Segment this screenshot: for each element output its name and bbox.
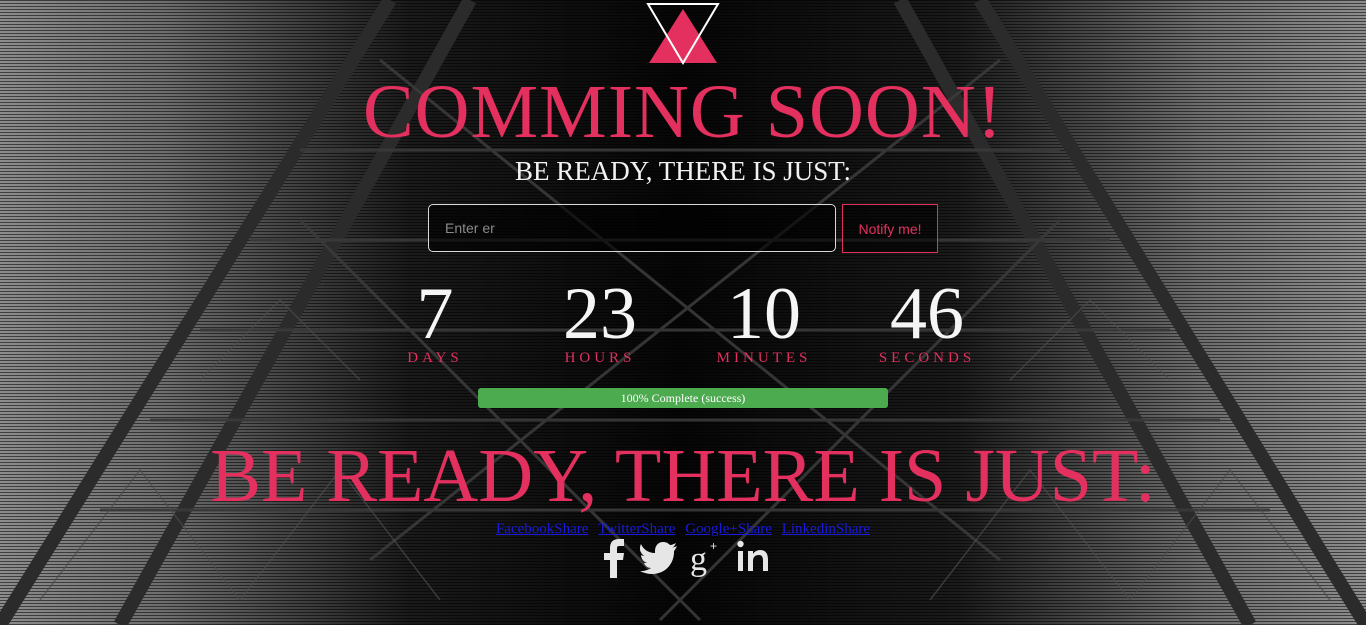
facebook-icon[interactable] (600, 538, 626, 583)
page-background: COMMING SOON! BE READY, THERE IS JUST: N… (0, 0, 1366, 625)
minutes-label: MINUTES (716, 350, 812, 366)
share-link-linkedin[interactable]: LinkedinShare (782, 521, 870, 537)
countdown-seconds: 46 SECONDS (872, 276, 982, 366)
linkedin-icon[interactable] (736, 538, 772, 583)
triangle-logo-icon (646, 3, 720, 65)
twitter-icon[interactable] (640, 542, 678, 579)
page-subtitle: BE READY, THERE IS JUST: (515, 156, 851, 186)
days-label: DAYS (407, 350, 463, 366)
share-link-twitter[interactable]: TwitterShare (598, 521, 675, 537)
svg-text:+: + (710, 539, 717, 553)
minutes-value: 10 (727, 273, 801, 355)
social-icons: g + (594, 538, 784, 582)
hours-label: HOURS (564, 350, 636, 366)
share-links: FacebookShare TwitterShare Google+Share … (0, 521, 1366, 538)
hours-value: 23 (563, 273, 637, 355)
share-link-facebook[interactable]: FacebookShare (496, 521, 588, 537)
footer-headline: BE READY, THERE IS JUST: (210, 434, 1156, 518)
email-input[interactable] (428, 204, 836, 252)
google-plus-icon[interactable]: g + (690, 538, 724, 583)
countdown-days: 7 DAYS (400, 276, 470, 366)
seconds-value: 46 (890, 273, 964, 355)
share-link-google-plus[interactable]: Google+Share (685, 521, 772, 537)
progress-bar: 100% Complete (success) (478, 388, 888, 408)
svg-text:g: g (690, 541, 707, 578)
seconds-label: SECONDS (878, 350, 976, 366)
page-title: COMMING SOON! (362, 70, 1004, 154)
notify-button[interactable]: Notify me! (842, 204, 938, 253)
countdown-hours: 23 HOURS (552, 276, 648, 366)
countdown-minutes: 10 MINUTES (712, 276, 816, 366)
days-value: 7 (416, 273, 454, 355)
progress-track: 100% Complete (success) (478, 388, 888, 408)
